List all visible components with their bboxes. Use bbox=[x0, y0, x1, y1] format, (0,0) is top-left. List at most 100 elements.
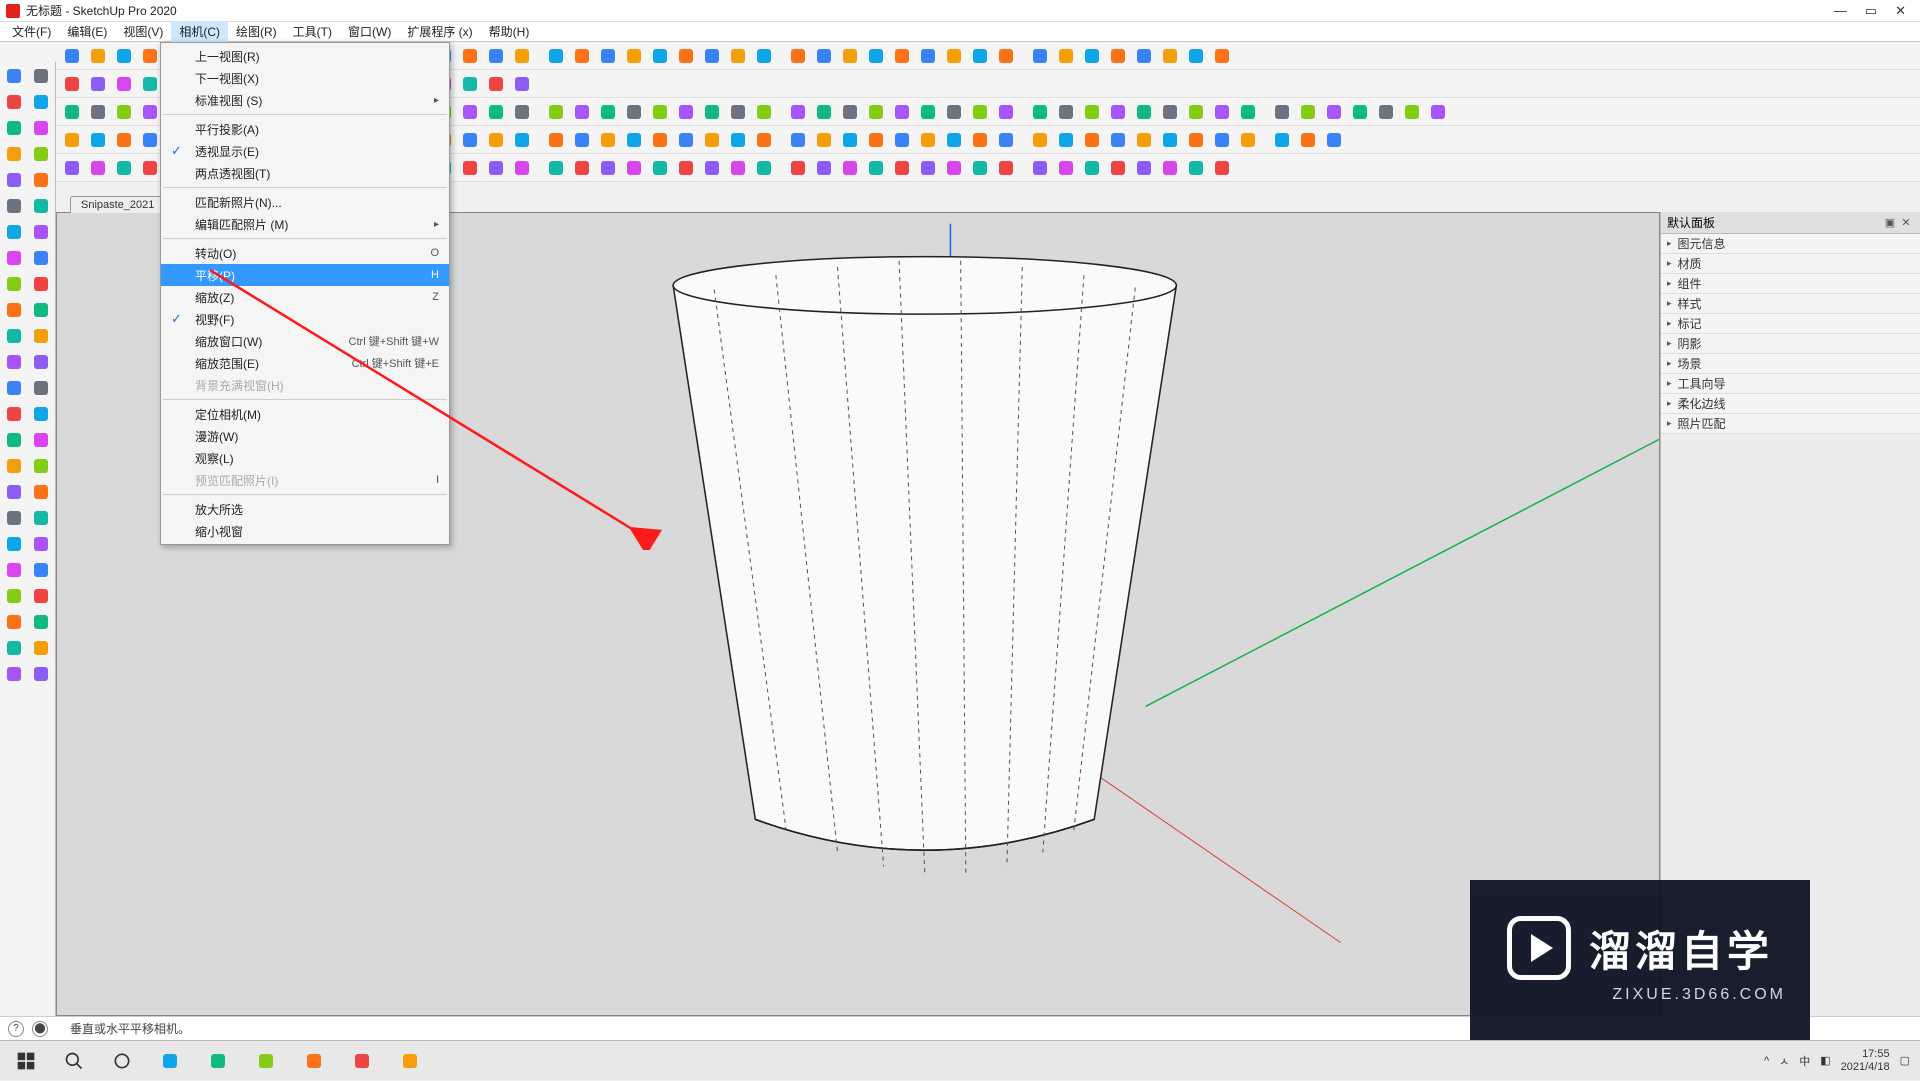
left-tool-button[interactable] bbox=[29, 376, 53, 400]
toolbar-button[interactable] bbox=[838, 44, 862, 68]
left-tool-button[interactable] bbox=[29, 220, 53, 244]
toolbar-button[interactable] bbox=[1184, 128, 1208, 152]
start-button[interactable] bbox=[6, 1041, 46, 1081]
toolbar-button[interactable] bbox=[138, 44, 162, 68]
toolbar-button[interactable] bbox=[1400, 100, 1424, 124]
toolbar-button[interactable] bbox=[1080, 100, 1104, 124]
left-tool-button[interactable] bbox=[29, 168, 53, 192]
left-tool-button[interactable] bbox=[2, 350, 26, 374]
toolbar-button[interactable] bbox=[864, 156, 888, 180]
menu-item[interactable]: 两点透视图(T) bbox=[161, 162, 449, 184]
toolbar-button[interactable] bbox=[60, 72, 84, 96]
toolbar-button[interactable] bbox=[864, 100, 888, 124]
menu-item[interactable]: 放大所选 bbox=[161, 498, 449, 520]
toolbar-button[interactable] bbox=[458, 72, 482, 96]
toolbar-button[interactable] bbox=[60, 44, 84, 68]
left-tool-button[interactable] bbox=[2, 584, 26, 608]
left-tool-button[interactable] bbox=[2, 220, 26, 244]
toolbar-button[interactable] bbox=[596, 128, 620, 152]
toolbar-button[interactable] bbox=[86, 72, 110, 96]
toolbar-button[interactable] bbox=[916, 44, 940, 68]
left-tool-button[interactable] bbox=[2, 168, 26, 192]
toolbar-button[interactable] bbox=[1184, 156, 1208, 180]
toolbar-button[interactable] bbox=[570, 100, 594, 124]
left-tool-button[interactable] bbox=[29, 532, 53, 556]
toolbar-button[interactable] bbox=[674, 128, 698, 152]
toolbar-button[interactable] bbox=[812, 156, 836, 180]
toolbar-button[interactable] bbox=[86, 128, 110, 152]
menu-item[interactable]: 缩小视窗 bbox=[161, 520, 449, 542]
left-tool-button[interactable] bbox=[29, 454, 53, 478]
menu-window[interactable]: 窗口(W) bbox=[340, 21, 399, 42]
taskbar-clock[interactable]: 17:55 2021/4/18 bbox=[1841, 1048, 1890, 1074]
left-tool-button[interactable] bbox=[29, 116, 53, 140]
left-tool-button[interactable] bbox=[2, 480, 26, 504]
left-tool-button[interactable] bbox=[29, 636, 53, 660]
toolbar-button[interactable] bbox=[484, 44, 508, 68]
toolbar-button[interactable] bbox=[890, 128, 914, 152]
toolbar-button[interactable] bbox=[544, 128, 568, 152]
left-tool-button[interactable] bbox=[29, 246, 53, 270]
toolbar-button[interactable] bbox=[726, 156, 750, 180]
panel-section[interactable]: ▸标记 bbox=[1661, 314, 1920, 334]
toolbar-button[interactable] bbox=[916, 128, 940, 152]
toolbar-button[interactable] bbox=[1054, 100, 1078, 124]
toolbar-button[interactable] bbox=[510, 156, 534, 180]
toolbar-button[interactable] bbox=[1374, 100, 1398, 124]
toolbar-button[interactable] bbox=[570, 44, 594, 68]
toolbar-button[interactable] bbox=[1210, 44, 1234, 68]
toolbar-button[interactable] bbox=[726, 128, 750, 152]
toolbar-button[interactable] bbox=[112, 72, 136, 96]
toolbar-button[interactable] bbox=[752, 156, 776, 180]
taskbar-app-browser[interactable] bbox=[246, 1041, 286, 1081]
toolbar-button[interactable] bbox=[1236, 128, 1260, 152]
toolbar-button[interactable] bbox=[570, 156, 594, 180]
toolbar-button[interactable] bbox=[864, 128, 888, 152]
toolbar-button[interactable] bbox=[596, 156, 620, 180]
toolbar-button[interactable] bbox=[112, 44, 136, 68]
toolbar-button[interactable] bbox=[86, 100, 110, 124]
toolbar-button[interactable] bbox=[890, 44, 914, 68]
toolbar-button[interactable] bbox=[510, 44, 534, 68]
toolbar-button[interactable] bbox=[752, 100, 776, 124]
toolbar-button[interactable] bbox=[838, 128, 862, 152]
toolbar-button[interactable] bbox=[812, 128, 836, 152]
toolbar-button[interactable] bbox=[112, 128, 136, 152]
toolbar-button[interactable] bbox=[112, 156, 136, 180]
toolbar-button[interactable] bbox=[890, 100, 914, 124]
taskbar-app-chrome[interactable] bbox=[294, 1041, 334, 1081]
toolbar-button[interactable] bbox=[458, 44, 482, 68]
left-tool-button[interactable] bbox=[29, 142, 53, 166]
taskbar-app-edge[interactable] bbox=[198, 1041, 238, 1081]
menu-item[interactable]: 下一视图(X) bbox=[161, 67, 449, 89]
taskbar-app-other[interactable] bbox=[390, 1041, 430, 1081]
toolbar-button[interactable] bbox=[138, 156, 162, 180]
toolbar-button[interactable] bbox=[1106, 100, 1130, 124]
menu-draw[interactable]: 绘图(R) bbox=[228, 21, 285, 42]
minimize-button[interactable]: — bbox=[1834, 3, 1847, 19]
menu-item[interactable]: 平行投影(A) bbox=[161, 118, 449, 140]
toolbar-button[interactable] bbox=[1080, 128, 1104, 152]
toolbar-button[interactable] bbox=[1106, 128, 1130, 152]
toolbar-button[interactable] bbox=[994, 128, 1018, 152]
toolbar-button[interactable] bbox=[570, 128, 594, 152]
toolbar-button[interactable] bbox=[786, 100, 810, 124]
toolbar-button[interactable] bbox=[1296, 100, 1320, 124]
toolbar-button[interactable] bbox=[1158, 100, 1182, 124]
tray-people-icon[interactable]: ㅅ bbox=[1779, 1053, 1789, 1069]
toolbar-button[interactable] bbox=[942, 100, 966, 124]
scene-tab[interactable]: Snipaste_2021 bbox=[70, 196, 165, 213]
menu-item[interactable]: 平移(P)H bbox=[161, 264, 449, 286]
toolbar-button[interactable] bbox=[510, 72, 534, 96]
toolbar-button[interactable] bbox=[1028, 128, 1052, 152]
toolbar-button[interactable] bbox=[752, 128, 776, 152]
toolbar-button[interactable] bbox=[458, 156, 482, 180]
toolbar-button[interactable] bbox=[786, 44, 810, 68]
toolbar-button[interactable] bbox=[544, 100, 568, 124]
toolbar-button[interactable] bbox=[752, 44, 776, 68]
left-tool-button[interactable] bbox=[2, 428, 26, 452]
toolbar-button[interactable] bbox=[484, 100, 508, 124]
toolbar-button[interactable] bbox=[1322, 100, 1346, 124]
left-tool-button[interactable] bbox=[29, 90, 53, 114]
toolbar-button[interactable] bbox=[138, 100, 162, 124]
